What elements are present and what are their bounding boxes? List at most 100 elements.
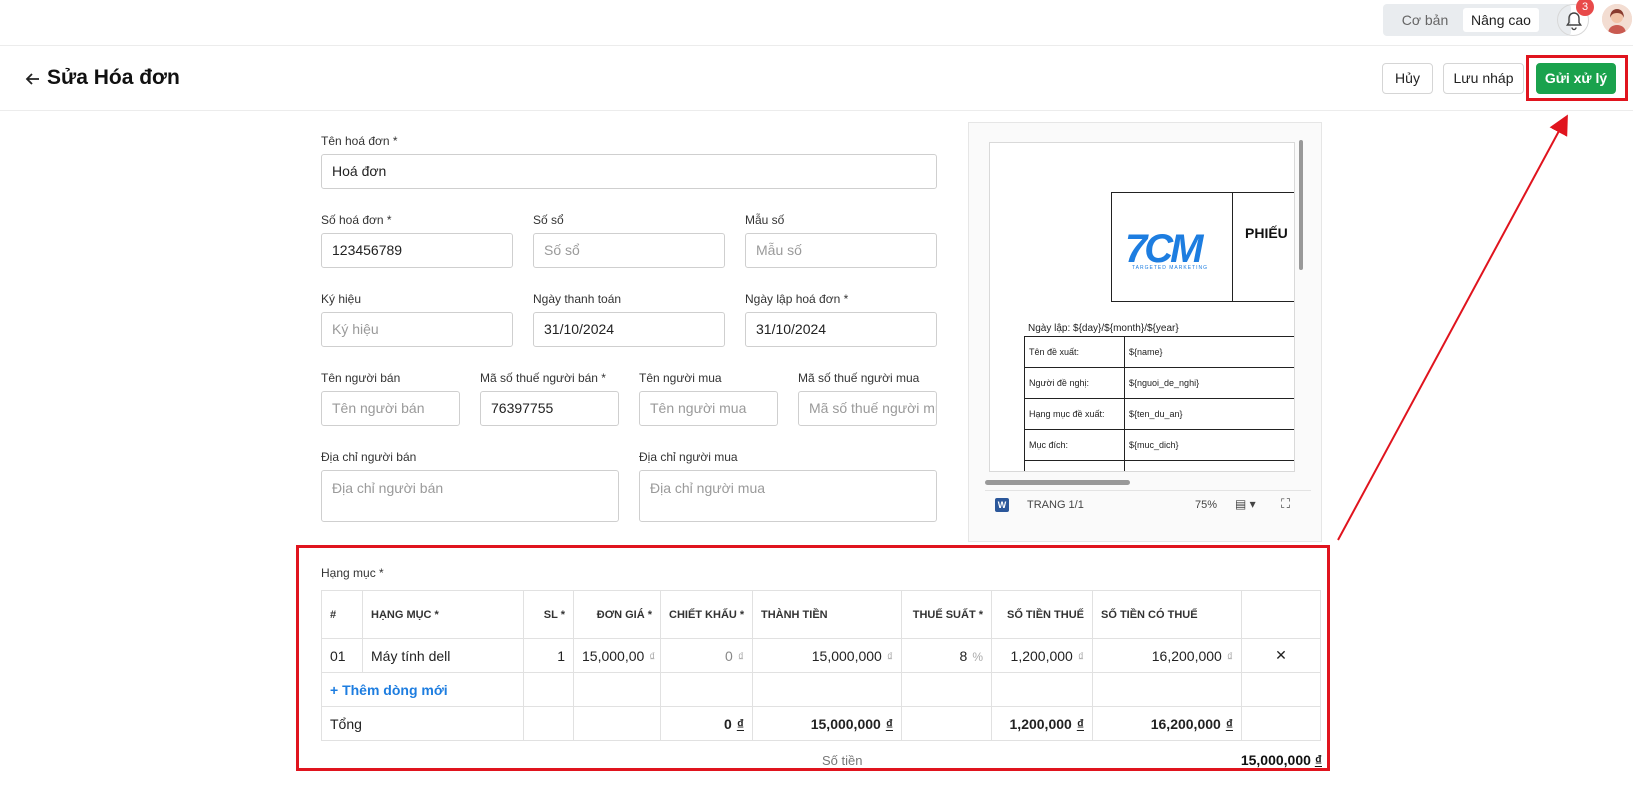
invoice-name-label: Tên hoá đơn * <box>321 134 398 148</box>
seller-name-input[interactable]: Tên người bán <box>321 391 460 426</box>
invoice-name-input[interactable]: Hoá đơn <box>321 154 937 189</box>
summary-label: Số tiền <box>822 753 863 768</box>
total-discount-value: 0 <box>724 715 732 732</box>
empty-cell <box>901 672 992 707</box>
item-name-input[interactable]: Máy tính dell <box>362 638 524 673</box>
preview-key: Số tiền: <box>1024 460 1125 471</box>
template-no-label: Mẫu số <box>745 213 785 227</box>
item-tax-amount: 1,200,000 ₫ <box>991 638 1093 673</box>
layout-dropdown-icon[interactable]: ▤ ▾ <box>1235 497 1256 511</box>
items-header-row: # HẠNG MỤC * SL * ĐƠN GIÁ * CHIẾT KHẤU *… <box>321 590 1321 639</box>
preview-doc-title: PHIẾU <box>1245 225 1288 241</box>
column-header: CHIẾT KHẤU * <box>660 590 753 639</box>
notification-badge: 3 <box>1576 0 1594 16</box>
summary-amount: 15,000,000 <box>1240 752 1311 768</box>
empty-cell <box>523 706 574 741</box>
tax-rate-value: 8 <box>959 647 968 664</box>
preview-value: ${name} <box>1124 336 1294 368</box>
empty-cell <box>901 706 992 741</box>
add-row: + Thêm dòng mới <box>321 672 1321 707</box>
add-row-button[interactable]: + Thêm dòng mới <box>330 682 448 698</box>
preview-date-line: Ngày lập: ${day}/${month}/${year} <box>1028 323 1179 334</box>
mode-advanced-button[interactable]: Nâng cao <box>1463 8 1539 32</box>
add-row-cell: + Thêm dòng mới <box>321 672 524 707</box>
back-arrow-icon[interactable] <box>24 70 42 88</box>
currency-symbol: ₫ <box>1077 649 1084 664</box>
total-label: Tổng <box>321 706 524 741</box>
buyer-tax-label: Mã số thuế người mua <box>798 371 920 385</box>
item-tax-rate-input[interactable]: 8% <box>901 638 992 673</box>
currency-symbol: ₫ <box>1226 649 1233 664</box>
column-header: # <box>321 590 363 639</box>
payment-date-label: Ngày thanh toán <box>533 292 622 306</box>
item-discount-input[interactable]: 0 ₫ <box>660 638 753 673</box>
logo-cell: 7CM TARGETED MARKETING <box>1111 192 1233 302</box>
symbol-label: Ký hiệu <box>321 292 362 306</box>
buyer-name-input[interactable]: Tên người mua <box>639 391 778 426</box>
seller-tax-input[interactable]: 76397755 <box>480 391 619 426</box>
symbol-input[interactable]: Ký hiệu <box>321 312 513 347</box>
cancel-button[interactable]: Hủy <box>1382 63 1433 94</box>
word-icon[interactable]: W <box>995 498 1009 512</box>
save-draft-button[interactable]: Lưu nháp <box>1443 63 1524 94</box>
preview-row: Số tiền:${so_tien} <box>1024 460 1294 471</box>
unit-price-value: 15,000,00 <box>582 647 645 664</box>
item-amount: 15,000,000 ₫ <box>752 638 902 673</box>
items-table: # HẠNG MỤC * SL * ĐƠN GIÁ * CHIẾT KHẤU *… <box>321 590 1321 741</box>
invoice-no-input[interactable]: 123456789 <box>321 233 513 268</box>
template-no-input[interactable]: Mẫu số <box>745 233 937 268</box>
currency-symbol: ₫ <box>1225 715 1233 732</box>
preview-key: Mục đích: <box>1024 429 1125 461</box>
empty-cell <box>1092 672 1242 707</box>
item-unit-price-input[interactable]: 15,000,00 ₫ <box>573 638 661 673</box>
item-total: 16,200,000 ₫ <box>1092 638 1242 673</box>
currency-symbol: ₫ <box>1076 715 1084 732</box>
book-no-input[interactable]: Số sổ <box>533 233 725 268</box>
column-header: SỐ TIỀN THUẾ <box>991 590 1093 639</box>
preview-row: Hạng mục đề xuất: ${ten_du_an} <box>1024 398 1294 430</box>
empty-cell <box>660 672 753 707</box>
table-row: 01 Máy tính dell 1 15,000,00 ₫ 0 ₫ 15,000,… <box>321 638 1321 673</box>
preview-key: Người đề nghị: <box>1024 367 1125 399</box>
buyer-address-input[interactable]: Địa chỉ người mua <box>639 470 937 522</box>
mode-switch: Cơ bản Nâng cao <box>1383 4 1571 36</box>
preview-key: Hạng mục đề xuất: <box>1024 398 1125 430</box>
empty-cell <box>752 672 902 707</box>
submit-highlight-box <box>1526 55 1628 101</box>
preview-horizontal-scrollbar[interactable] <box>985 480 1130 485</box>
avatar[interactable] <box>1602 4 1632 34</box>
company-logo-subtitle: TARGETED MARKETING <box>1132 265 1208 271</box>
column-header: THÀNH TIỀN <box>752 590 902 639</box>
delete-row-icon[interactable]: ✕ <box>1241 638 1321 673</box>
currency-symbol: ₫ <box>737 649 744 664</box>
preview-row: Tên đề xuất: ${name} <box>1024 336 1294 368</box>
column-header: SL * <box>523 590 574 639</box>
mode-basic-button[interactable]: Cơ bản <box>1391 8 1459 32</box>
preview-zoom[interactable]: 75% <box>1195 499 1217 511</box>
item-qty-input[interactable]: 1 <box>523 638 574 673</box>
total-with-tax: 16,200,000 ₫ <box>1092 706 1242 741</box>
top-bar: Cơ bản Nâng cao 3 <box>0 0 1633 46</box>
issue-date-input[interactable]: 31/10/2024 <box>745 312 937 347</box>
amount-value: 15,000,000 <box>811 647 882 664</box>
total-tax: 1,200,000 ₫ <box>991 706 1093 741</box>
payment-date-input[interactable]: 31/10/2024 <box>533 312 725 347</box>
buyer-tax-input[interactable]: Mã số thuế người mua <box>798 391 937 426</box>
preview-row: Mục đích: ${muc_dich} <box>1024 429 1294 461</box>
fit-screen-icon[interactable]: ⛶ <box>1281 496 1290 512</box>
preview-key: Tên đề xuất: <box>1024 336 1125 368</box>
preview-page[interactable]: 7CM TARGETED MARKETING PHIẾU Ngày lập: $… <box>989 142 1295 472</box>
empty-cell <box>991 672 1093 707</box>
seller-address-input[interactable]: Địa chỉ người bán <box>321 470 619 522</box>
buyer-address-label: Địa chỉ người mua <box>639 450 738 464</box>
title-cell: PHIẾU <box>1233 192 1294 302</box>
seller-name-label: Tên người bán <box>321 371 401 385</box>
total-tax-value: 1,200,000 <box>1009 715 1072 732</box>
currency-symbol: ₫ <box>885 715 893 732</box>
preview-value: ${nguoi_de_nghi} <box>1124 367 1294 399</box>
discount-value: 0 <box>725 647 733 664</box>
currency-symbol: ₫ <box>736 715 744 732</box>
preview-vertical-scrollbar[interactable] <box>1299 140 1303 270</box>
empty-cell <box>523 672 574 707</box>
total-discount: 0 ₫ <box>660 706 753 741</box>
